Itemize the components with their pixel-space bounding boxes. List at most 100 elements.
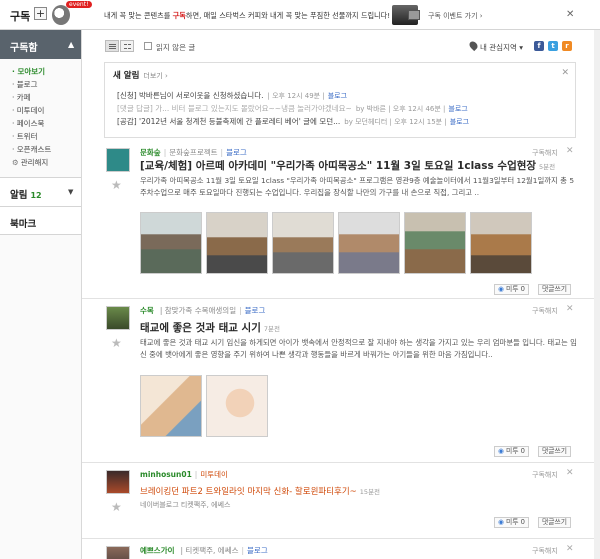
rss-icon[interactable]: r — [562, 41, 572, 51]
me2-icon: ◉ — [498, 518, 504, 526]
notification-row[interactable]: [공감] '2012년 서울 청계천 등불축제에 간 플로레티 베어' 글에 모… — [117, 116, 469, 127]
sidebar-item-cafe[interactable]: · 카페 — [0, 91, 81, 104]
sidebar-item-manage[interactable]: ⚙ 관리해지 — [0, 156, 81, 169]
close-icon[interactable]: ✕ — [561, 68, 569, 78]
sidebar-item-me2day[interactable]: · 미투데이 — [0, 104, 81, 117]
unsubscribe-button[interactable]: 구독해지 — [532, 148, 558, 158]
post-image[interactable] — [140, 212, 202, 274]
feed-post: ★ 문화숲 | 문화숲프로젝트 | 블로그 구독해지 ✕ [교육/체험] 아르떼 아카데… — [82, 142, 600, 299]
author-avatar[interactable] — [106, 148, 130, 172]
me2-button[interactable]: ◉ 미투 0 — [494, 517, 529, 528]
post-image[interactable] — [404, 212, 466, 274]
comment-button[interactable]: 댓글쓰기 — [538, 517, 572, 528]
event-link[interactable]: 구독 이벤트 가기 › — [428, 11, 483, 21]
location-pin-icon — [467, 39, 480, 52]
event-badge: event! — [66, 1, 92, 8]
post-author[interactable]: 수목 — [140, 306, 154, 315]
sidebar-item-facebook[interactable]: · 페이스북 — [0, 117, 81, 130]
post-image[interactable] — [206, 375, 268, 437]
me2-button[interactable]: ◉ 미투 0 — [494, 284, 529, 295]
feed-post: 예쁘스가이 | 티켓팩주, 에쎄스 | 블로그 구독해지 ✕ — [82, 540, 600, 559]
notification-more-link[interactable]: 더보기 › — [143, 72, 167, 80]
promo-banner-text[interactable]: 내게 꼭 맞는 콘텐츠를 구독하면, 매일 스타벅스 커피와 내게 꼭 맞는 푸… — [104, 11, 390, 21]
post-title[interactable]: 브레이킹던 파트2 트와일라잇 마지막 신화- 할로윈파티후기~ 15분전 — [140, 485, 380, 497]
me2-icon: ◉ — [498, 447, 504, 455]
caret-up-icon: ▲ — [68, 40, 75, 49]
subscribe-logo[interactable]: 구독 — [10, 8, 30, 24]
gear-icon: ⚙ — [12, 158, 19, 167]
unsubscribe-button[interactable]: 구독해지 — [532, 306, 558, 316]
close-icon[interactable]: ✕ — [566, 544, 574, 554]
unread-only-checkbox[interactable] — [144, 42, 152, 50]
post-author-desc: | 티켓팩주, 에쎄스 — [180, 546, 239, 555]
post-image[interactable] — [140, 375, 202, 437]
notification-row[interactable]: [신청] 박바른님이 서로이웃을 신청하셨습니다. | 오후 12시 49분 | 블… — [117, 90, 347, 101]
feed-post: ★ minhosun01 | 미투데이 구독해지 ✕ 브레이킹던 파트2 트와일라잇… — [82, 464, 600, 539]
comment-button[interactable]: 댓글쓰기 — [538, 446, 572, 457]
me2-icon: ◉ — [498, 285, 504, 293]
post-excerpt: 태교에 좋은 것과 태교 시기 임신을 하게되면 아이가 뱃속에서 안정적으로 … — [140, 338, 577, 359]
post-source-text: 네이버블로그 티켓팩주, 에쎄스 — [140, 501, 231, 509]
post-image[interactable] — [338, 212, 400, 274]
unsubscribe-button[interactable]: 구독해지 — [532, 546, 558, 556]
sidebar: 구독함 ▲ · 모아보기 · 블로그 · 카페 · 미투데이 · 페이스북 · … — [0, 30, 82, 559]
close-icon[interactable]: ✕ — [566, 146, 574, 156]
post-author[interactable]: 예쁘스가이 — [140, 546, 175, 555]
author-avatar[interactable] — [106, 546, 130, 559]
post-source-link[interactable]: 블로그 — [245, 306, 266, 315]
post-image[interactable] — [470, 212, 532, 274]
post-title[interactable]: [교육/체험] 아르떼 아카데미 "우리가족 아띠목공소" 11월 3일 토요일… — [140, 158, 555, 173]
notification-title: 새 알림 — [113, 71, 140, 81]
notification-row[interactable]: [댓글 답글] 가... 비터 블로그 있는지도 몰랐어요~~냉큼 놀러가야겠네… — [117, 103, 468, 114]
post-author[interactable]: minhosun01 — [140, 470, 192, 479]
post-author-desc: 문화숲프로젝트 — [169, 148, 218, 157]
scrollbar[interactable] — [594, 30, 600, 559]
feed-toolbar: 읽지 않은 글 내 관심지역 ▾ f t r — [82, 30, 600, 58]
star-icon[interactable]: ★ — [111, 178, 122, 192]
sidebar-item-blog[interactable]: · 블로그 — [0, 78, 81, 91]
notification-box: 새 알림 더보기 › ✕ [신청] 박바른님이 서로이웃을 신청하셨습니다. | 오… — [104, 62, 576, 138]
author-avatar[interactable] — [106, 306, 130, 330]
post-source-link[interactable]: 블로그 — [226, 148, 247, 157]
post-time: 15분전 — [359, 488, 381, 496]
post-time: 7분전 — [263, 325, 280, 333]
sidebar-section-bookmarks[interactable]: 북마크 — [0, 206, 81, 235]
post-time: 5분전 — [539, 163, 556, 171]
mascot-icon — [52, 5, 70, 25]
sidebar-item-twitter[interactable]: · 트위터 — [0, 130, 81, 143]
location-selector[interactable]: 내 관심지역 ▾ — [480, 42, 523, 53]
sidebar-item-opencast[interactable]: · 오픈캐스트 — [0, 143, 81, 156]
sidebar-header[interactable]: 구독함 ▲ — [0, 30, 81, 59]
unsubscribe-button[interactable]: 구독해지 — [532, 470, 558, 480]
close-icon[interactable]: ✕ — [566, 9, 574, 20]
feed-post: ★ 수목 | 참맞가족 수목애생의일 | 블로그 구독해지 ✕ 태교에 좋은 것과 태… — [82, 300, 600, 463]
list-view-button[interactable] — [105, 40, 119, 52]
post-source-link[interactable]: 미투데이 — [200, 470, 228, 479]
sidebar-list: · 모아보기 · 블로그 · 카페 · 미투데이 · 페이스북 · 트위터 · … — [0, 59, 81, 169]
comment-button[interactable]: 댓글쓰기 — [538, 284, 572, 295]
post-image[interactable] — [206, 212, 268, 274]
twitter-icon[interactable]: t — [548, 41, 558, 51]
camera-image-icon — [408, 10, 420, 20]
me2-button[interactable]: ◉ 미투 0 — [494, 446, 529, 457]
card-view-button[interactable] — [120, 40, 134, 52]
post-author-desc: | 참맞가족 수목애생의일 — [159, 306, 237, 315]
top-bar: 구독 + event! 내게 꼭 맞는 콘텐츠를 구독하면, 매일 스타벅스 커… — [0, 0, 600, 30]
unread-only-label: 읽지 않은 글 — [156, 43, 196, 52]
post-image[interactable] — [272, 212, 334, 274]
add-subscription-button[interactable]: + — [34, 7, 47, 20]
post-source-link[interactable]: 블로그 — [247, 546, 268, 555]
post-excerpt: 우리가족 아띠목공소 11월 3일 토요일 1class "우리가족 아띠목공소… — [140, 176, 575, 197]
post-author[interactable]: 문화숲 — [140, 148, 161, 157]
sidebar-section-alerts[interactable]: 알림 12 ▼ — [0, 177, 81, 206]
facebook-icon[interactable]: f — [534, 41, 544, 51]
star-icon[interactable]: ★ — [111, 336, 122, 350]
alert-count-badge: 12 — [30, 191, 42, 200]
post-title[interactable]: 태교에 좋은 것과 태교 시기 7분전 — [140, 320, 280, 335]
author-avatar[interactable] — [106, 470, 130, 494]
close-icon[interactable]: ✕ — [566, 304, 574, 314]
caret-down-icon: ▼ — [68, 188, 74, 196]
close-icon[interactable]: ✕ — [566, 468, 574, 478]
star-icon[interactable]: ★ — [111, 500, 122, 514]
sidebar-item-all[interactable]: · 모아보기 — [0, 65, 81, 78]
